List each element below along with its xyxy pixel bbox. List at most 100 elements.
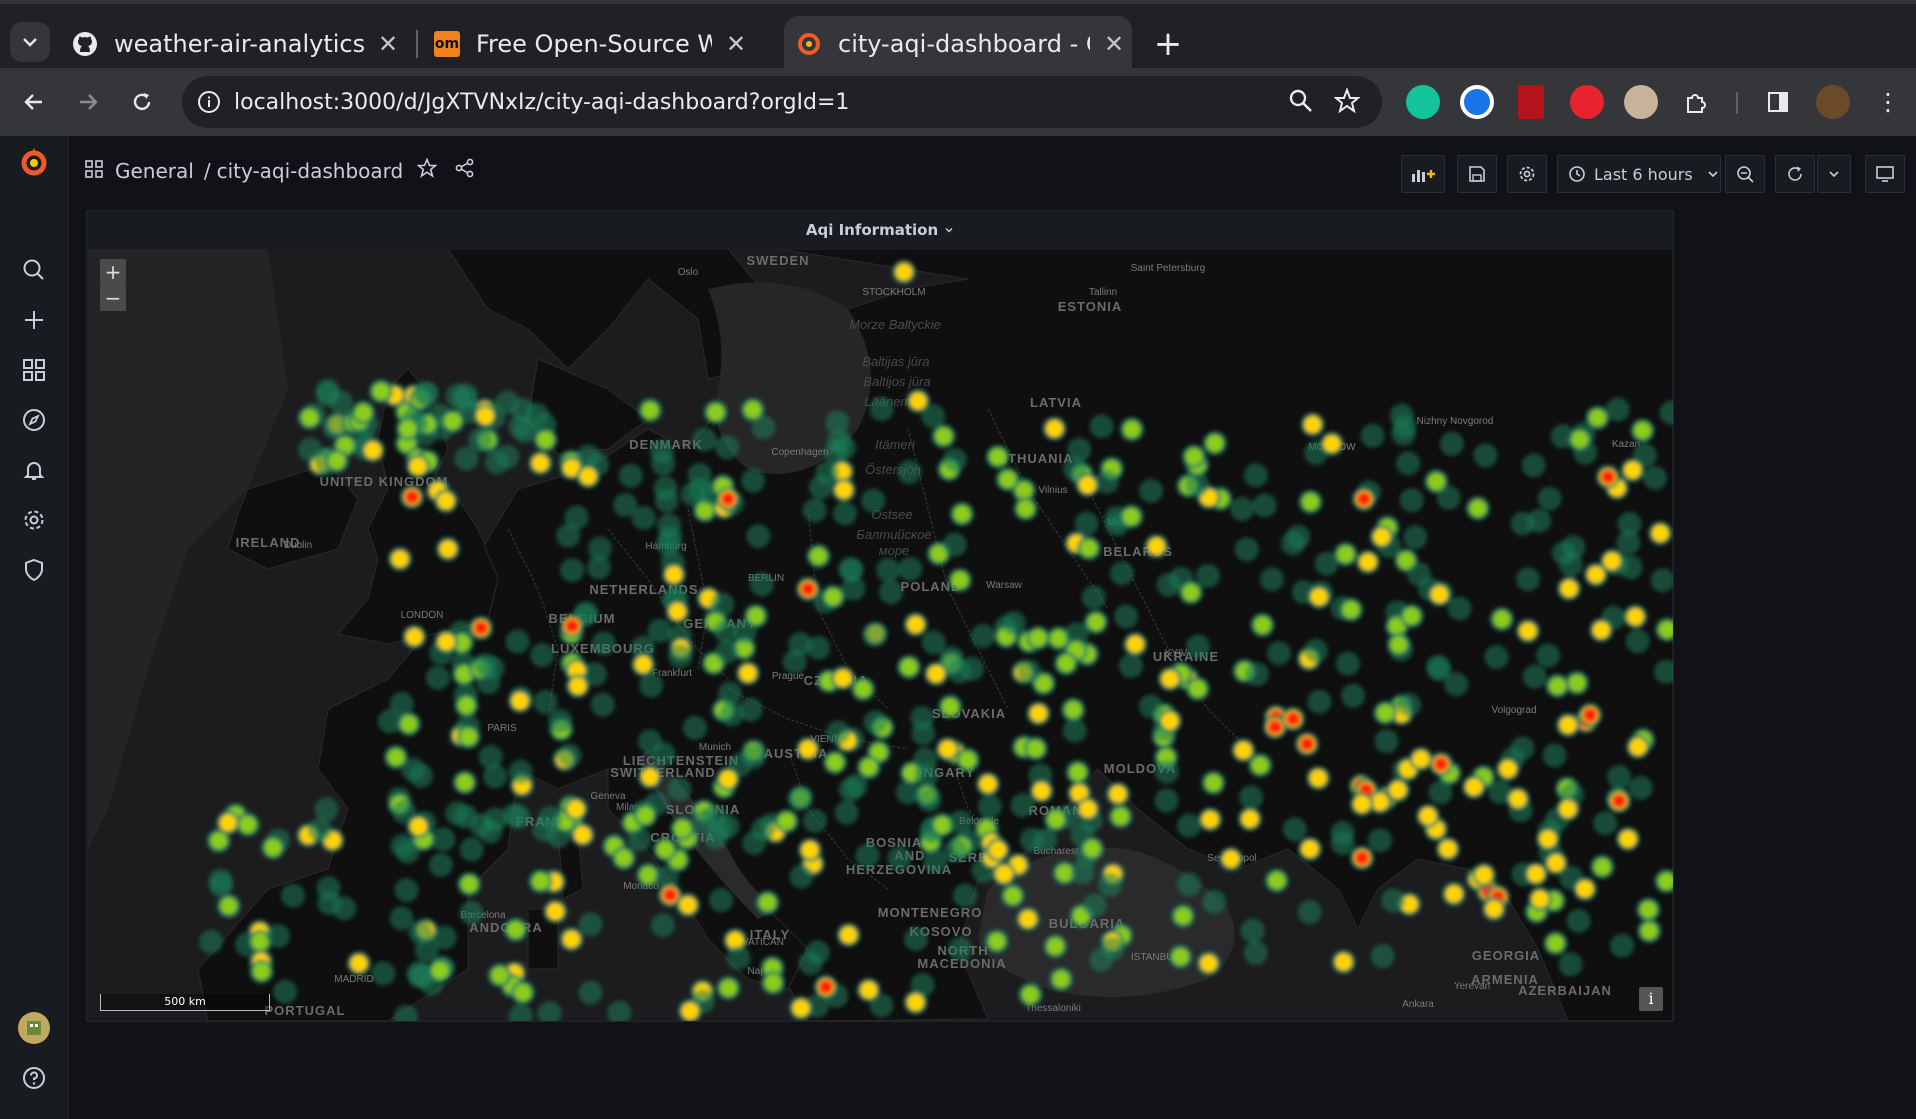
adblock-extension-icon[interactable]: [1570, 85, 1604, 119]
aqi-heat-point: [1406, 562, 1431, 587]
aqi-heat-point: [1496, 757, 1520, 781]
aqi-heat-point: [654, 488, 679, 513]
map-attribution-info-button[interactable]: i: [1639, 987, 1663, 1011]
refresh-interval-dropdown[interactable]: [1817, 155, 1851, 193]
aqi-heat-point: [324, 448, 349, 473]
alerting-bell-icon[interactable]: [18, 454, 50, 486]
aqi-heat-point: [1551, 541, 1576, 566]
aqi-heat-point: [836, 922, 861, 947]
zoom-out-time-button[interactable]: [1725, 155, 1765, 193]
aqi-heat-point: [1617, 511, 1642, 536]
time-picker-button[interactable]: Last 6 hours: [1557, 155, 1721, 193]
share-icon[interactable]: [455, 158, 475, 183]
user-avatar[interactable]: [18, 1012, 50, 1044]
aqi-heat-point: [651, 451, 676, 476]
aqi-heat-point: [1156, 572, 1181, 597]
aqi-heat-point: [510, 980, 535, 1005]
close-icon[interactable]: ✕: [1104, 30, 1124, 58]
aqi-heat-point: [1537, 486, 1562, 511]
aqi-heat-point: [735, 661, 760, 686]
aqi-heat-point: [1013, 496, 1038, 521]
back-button[interactable]: [14, 82, 54, 122]
aqi-heat-point: [611, 846, 636, 871]
breadcrumb-dashboard[interactable]: city-aqi-dashboard: [217, 159, 404, 183]
profile-avatar[interactable]: [1816, 85, 1850, 119]
aqi-heat-point: [650, 913, 675, 938]
aqi-heat-point: [396, 839, 421, 864]
server-admin-shield-icon[interactable]: [18, 554, 50, 586]
search-icon[interactable]: [18, 254, 50, 286]
panel-header[interactable]: Aqi Information: [87, 211, 1673, 249]
aqi-heat-point: [949, 501, 974, 526]
save-dashboard-button[interactable]: [1457, 155, 1497, 193]
menu-kebab-icon[interactable]: ⋮: [1868, 82, 1908, 122]
tv-mode-button[interactable]: [1865, 155, 1905, 193]
explore-compass-icon[interactable]: [18, 404, 50, 436]
close-icon[interactable]: ✕: [726, 30, 746, 58]
extensions-puzzle-icon[interactable]: [1676, 82, 1716, 122]
refresh-button[interactable]: [1775, 155, 1815, 193]
map-label: Prague: [772, 671, 805, 682]
aqi-heat-point: [1436, 837, 1460, 861]
aqi-heat-point: [235, 812, 260, 837]
aqi-heat-point: [1557, 576, 1582, 601]
grammarly-extension-icon[interactable]: [1406, 85, 1440, 119]
aqi-heat-point: [1607, 789, 1631, 813]
aqi-heat-point: [1076, 797, 1100, 821]
close-icon[interactable]: ✕: [378, 30, 398, 58]
aqi-heat-point: [1642, 465, 1667, 490]
breadcrumb-folder[interactable]: General: [115, 159, 194, 183]
aqi-heat-point: [1018, 982, 1043, 1007]
dashboards-icon[interactable]: [18, 354, 50, 386]
aqi-heat-point: [401, 757, 426, 782]
aqi-heat-point: [670, 816, 695, 841]
browser-tab-github[interactable]: weather-air-analytics/vis ✕: [72, 16, 402, 72]
plus-icon[interactable]: [18, 304, 50, 336]
browser-tab-grafana[interactable]: city-aqi-dashboard - Gra ✕: [784, 16, 1132, 72]
forward-button[interactable]: [68, 82, 108, 122]
aqi-heat-point: [682, 715, 707, 740]
bookmark-extension-icon[interactable]: [1518, 85, 1544, 119]
aqi-heat-point: [505, 629, 530, 654]
aqi-heat-point: [478, 819, 503, 844]
aqi-heat-point: [1350, 846, 1374, 870]
map-zoom-in-button[interactable]: +: [100, 259, 126, 285]
aqi-heat-point: [394, 878, 419, 903]
tab-search-button[interactable]: [10, 22, 50, 62]
aqi-heat-point: [565, 673, 590, 698]
aqi-heat-point: [1307, 584, 1332, 609]
map-label: Morze Bałtyckie: [849, 317, 941, 332]
grafana-logo-icon[interactable]: [18, 146, 50, 178]
browser-tab-open-meteo[interactable]: om Free Open-Source We ✕: [434, 16, 764, 72]
address-bar[interactable]: localhost:3000/d/JgXTVNxIz/city-aqi-dash…: [182, 76, 1382, 128]
aqi-heat-point: [1544, 851, 1568, 875]
map-zoom-out-button[interactable]: −: [100, 285, 126, 311]
help-icon[interactable]: [18, 1062, 50, 1094]
aqi-heat-point: [1331, 949, 1356, 974]
add-panel-button[interactable]: [1401, 155, 1445, 193]
new-tab-button[interactable]: +: [1148, 24, 1188, 64]
aqi-heat-point: [1244, 662, 1269, 687]
side-panel-icon[interactable]: [1758, 82, 1798, 122]
star-icon[interactable]: [416, 157, 438, 183]
site-info-icon[interactable]: [196, 89, 222, 115]
aqi-heat-point: [1527, 508, 1552, 533]
aqi-heat-point: [559, 927, 584, 952]
dashboards-grid-icon[interactable]: [85, 159, 103, 183]
dashboard-settings-button[interactable]: [1507, 155, 1547, 193]
zoom-search-icon[interactable]: [1288, 88, 1314, 118]
extension-icon[interactable]: [1624, 85, 1658, 119]
aqi-heat-point: [445, 801, 470, 826]
aqi-heat-point: [1429, 752, 1453, 776]
aqi-heat-point: [1374, 729, 1399, 754]
extension-icon[interactable]: [1460, 85, 1494, 119]
aqi-heat-point: [1381, 888, 1406, 913]
bookmark-star-icon[interactable]: [1333, 87, 1361, 118]
reload-button[interactable]: [122, 82, 162, 122]
map-canvas[interactable]: SWEDENESTONIALATVIALITHUANIADENMARKUNITE…: [88, 249, 1673, 1021]
aqi-heat-point: [434, 629, 459, 654]
configuration-gear-icon[interactable]: [18, 504, 50, 536]
aqi-heat-point: [1295, 732, 1319, 756]
aqi-heat-point: [992, 862, 1016, 886]
aqi-heat-point: [1427, 657, 1452, 682]
